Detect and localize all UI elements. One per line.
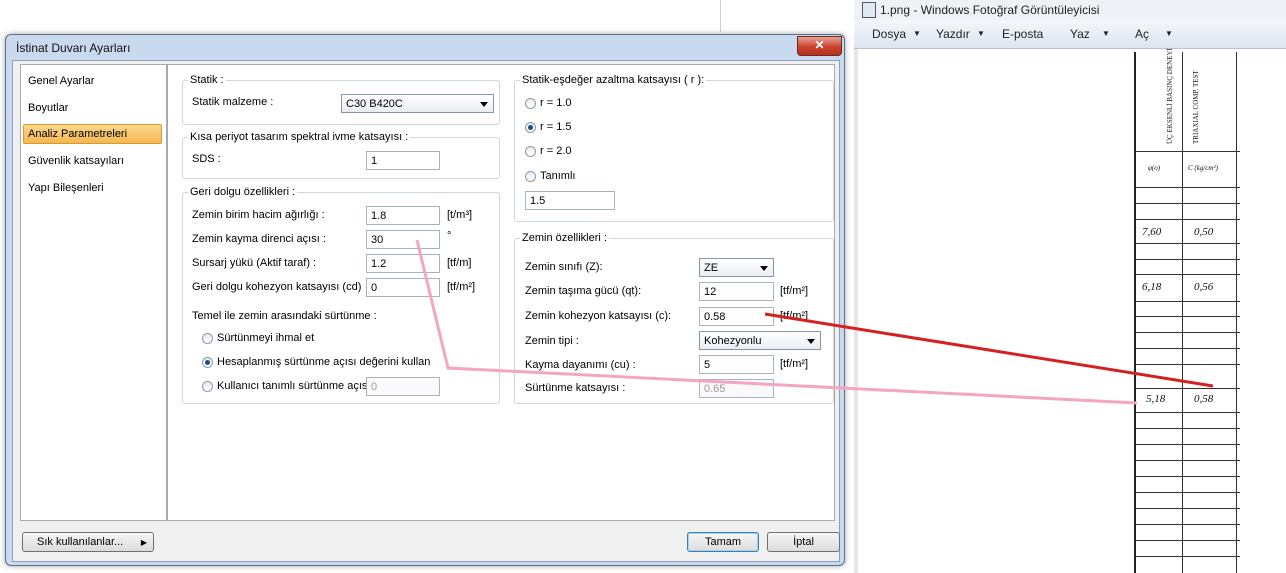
annotation-lines bbox=[415, 239, 1214, 405]
red-annotation-line bbox=[764, 312, 1214, 388]
pink-annotation-line bbox=[415, 239, 1138, 405]
